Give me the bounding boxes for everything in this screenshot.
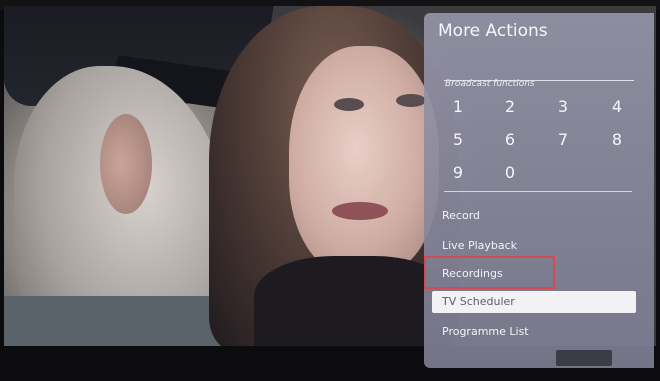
numkey-5[interactable]: 5 — [438, 127, 478, 153]
numkey-4[interactable]: 4 — [597, 94, 637, 120]
menu-item-record[interactable]: Record — [438, 205, 484, 227]
menu-item-programme-list[interactable]: Programme List — [438, 321, 533, 343]
numkey-8[interactable]: 8 — [597, 127, 637, 153]
numkey-2[interactable]: 2 — [490, 94, 530, 120]
menu-item-tv-scheduler[interactable]: TV Scheduler — [432, 291, 636, 313]
woman-face — [289, 46, 439, 276]
numkey-6[interactable]: 6 — [490, 127, 530, 153]
more-actions-panel: More Actions Broadcast functions 1 2 3 4… — [424, 13, 654, 368]
numkey-3[interactable]: 3 — [543, 94, 583, 120]
section-divider — [444, 80, 634, 81]
woman-eye-left — [334, 98, 364, 111]
brand-logo — [556, 350, 612, 366]
officer-ear — [100, 114, 152, 214]
menu-item-live-playback[interactable]: Live Playback — [438, 235, 521, 257]
numkey-0[interactable]: 0 — [490, 160, 530, 186]
numkey-1[interactable]: 1 — [438, 94, 478, 120]
numkey-7[interactable]: 7 — [543, 127, 583, 153]
numkey-9[interactable]: 9 — [438, 160, 478, 186]
recordings-highlight-box — [424, 256, 555, 289]
woman-lips — [332, 202, 388, 220]
menu-divider — [444, 191, 632, 192]
panel-title: More Actions — [438, 21, 548, 41]
woman-eye-right — [396, 94, 426, 107]
officer-collar — [4, 296, 244, 346]
